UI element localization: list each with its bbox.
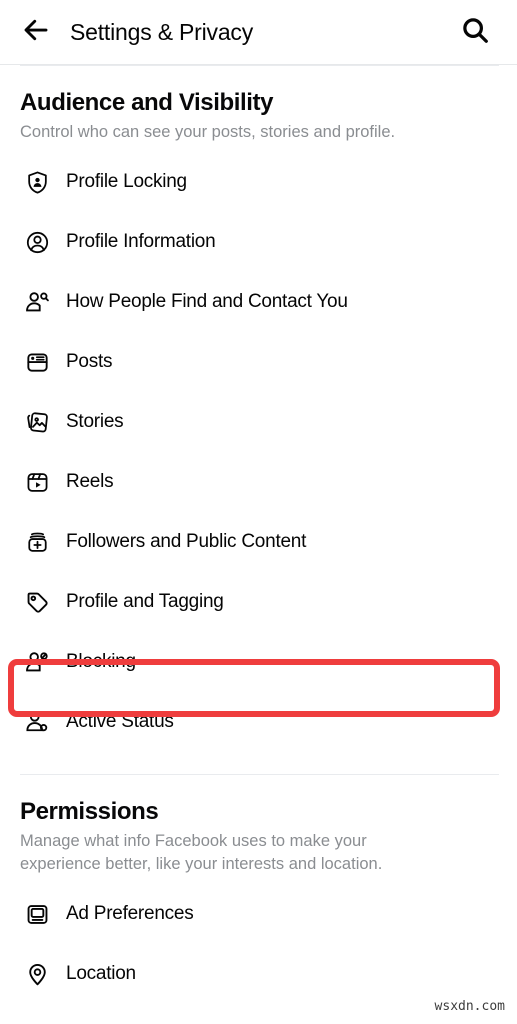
reels-play-icon: [20, 465, 54, 499]
person-circle-icon: [20, 225, 54, 259]
list-item-label: How People Find and Contact You: [66, 291, 348, 312]
list-item-blocking[interactable]: Blocking: [0, 632, 517, 692]
list-item-active-status[interactable]: Active Status: [0, 692, 517, 752]
tag-icon: [20, 585, 54, 619]
list-item-profile-information[interactable]: Profile Information: [0, 212, 517, 272]
list-item-how-people-find-and-contact-you[interactable]: How People Find and Contact You: [0, 272, 517, 332]
post-card-icon: [20, 345, 54, 379]
location-pin-icon: [20, 957, 54, 991]
list-item-label: Reels: [66, 471, 114, 492]
list-item-profile-and-tagging[interactable]: Profile and Tagging: [0, 572, 517, 632]
list-item-label: Followers and Public Content: [66, 531, 307, 552]
list-item-location[interactable]: Location: [0, 944, 517, 1004]
list-item-label: Active Status: [66, 711, 174, 732]
shield-person-icon: [20, 165, 54, 199]
watermark: wsxdn.com: [434, 999, 505, 1014]
section-title: Audience and Visibility: [20, 89, 274, 116]
section-subtitle: Control who can see your posts, stories …: [20, 123, 396, 141]
list-item-label: Profile Information: [66, 231, 216, 252]
list-item-posts[interactable]: Posts: [0, 332, 517, 392]
list-item-label: Posts: [66, 351, 113, 372]
app-screen: Settings & Privacy Audience and Visibili…: [0, 0, 517, 1024]
section-permissions-header: Permissions Manage what info Facebook us…: [0, 775, 517, 876]
section-subtitle: Manage what info Facebook uses to make y…: [20, 832, 383, 873]
monitor-icon: [20, 897, 54, 931]
app-header: Settings & Privacy: [0, 0, 517, 65]
search-button[interactable]: [455, 12, 495, 52]
search-icon: [460, 15, 490, 50]
list-item-label: Stories: [66, 411, 124, 432]
arrow-left-icon: [21, 15, 51, 50]
person-search-icon: [20, 285, 54, 319]
list-item-label: Blocking: [66, 651, 136, 672]
list-item-reels[interactable]: Reels: [0, 452, 517, 512]
list-item-stories[interactable]: Stories: [0, 392, 517, 452]
permissions-settings-list: Ad Preferences Location: [0, 876, 517, 1004]
page-title: Settings & Privacy: [70, 18, 254, 45]
list-item-ad-preferences[interactable]: Ad Preferences: [0, 884, 517, 944]
list-item-label: Ad Preferences: [66, 903, 194, 924]
add-follower-icon: [20, 525, 54, 559]
photo-stack-icon: [20, 405, 54, 439]
back-button[interactable]: [16, 12, 56, 52]
list-item-label: Location: [66, 963, 136, 984]
audience-settings-list: Profile Locking Profile Information How …: [0, 144, 517, 752]
list-item-profile-locking[interactable]: Profile Locking: [0, 152, 517, 212]
person-active-icon: [20, 705, 54, 739]
section-audience-and-visibility-header: Audience and Visibility Control who can …: [0, 66, 517, 144]
list-item-followers-and-public-content[interactable]: Followers and Public Content: [0, 512, 517, 572]
list-item-label: Profile Locking: [66, 171, 187, 192]
section-title: Permissions: [20, 798, 159, 825]
list-item-label: Profile and Tagging: [66, 591, 224, 612]
person-block-icon: [20, 645, 54, 679]
